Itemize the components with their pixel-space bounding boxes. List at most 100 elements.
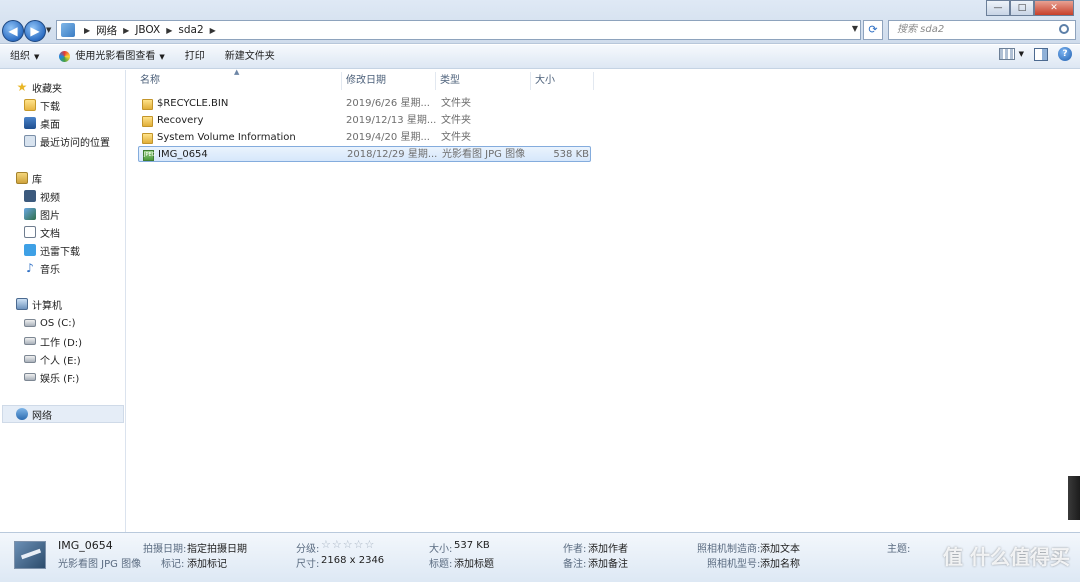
forward-button[interactable]: ▶: [24, 20, 46, 42]
airplane-icon: [20, 548, 42, 560]
command-toolbar: 组织 ▼ 使用光影看图查看 ▼ 打印 新建文件夹 ▼ ?: [0, 45, 1080, 69]
nav-recent[interactable]: 最近访问的位置: [24, 133, 110, 149]
file-name-cell: JPEG IMG_0654: [143, 147, 343, 163]
change-view-icon[interactable]: [998, 48, 1015, 60]
network-location-icon: [61, 23, 75, 37]
nav-drive-d[interactable]: 工作 (D:): [24, 333, 82, 349]
file-row[interactable]: $RECYCLE.BIN 2019/6/26 星期... 文件夹: [138, 96, 591, 112]
pictures-icon: [24, 208, 36, 220]
open-with-label: 使用光影看图查看: [75, 50, 156, 62]
nav-recent-label: 最近访问的位置: [40, 137, 110, 149]
rating-label: 分级:: [296, 544, 320, 555]
file-row-selected[interactable]: JPEG IMG_0654 2018/12/29 星期... 光影看图 JPG …: [138, 146, 591, 162]
date-taken-label: 拍摄日期:: [143, 544, 187, 555]
organize-button[interactable]: 组织 ▼: [0, 47, 49, 67]
nav-downloads[interactable]: 下载: [24, 97, 60, 113]
nav-drive-e[interactable]: 个人 (E:): [24, 351, 81, 367]
title-label: 标题:: [429, 559, 453, 570]
date-taken-value[interactable]: 指定拍摄日期: [187, 540, 247, 555]
maximize-button[interactable]: □: [1010, 0, 1034, 16]
title-value[interactable]: 添加标题: [454, 555, 494, 570]
drive-icon: [24, 337, 36, 345]
nav-drive-f[interactable]: 娱乐 (F:): [24, 369, 79, 385]
nav-thunder-label: 迅雷下载: [40, 246, 80, 258]
column-header-size[interactable]: 大小: [531, 72, 594, 90]
column-header-name[interactable]: 名称: [136, 72, 342, 90]
organize-label: 组织: [10, 50, 30, 62]
breadcrumb-jbox[interactable]: JBOX: [135, 24, 160, 36]
downloads-folder-icon: [24, 99, 36, 111]
tags-value[interactable]: 添加标记: [187, 555, 227, 570]
column-header-type[interactable]: 类型: [436, 72, 531, 90]
chevron-right-icon[interactable]: ▶: [84, 26, 90, 35]
nav-libraries[interactable]: 库: [16, 170, 42, 186]
comments-value[interactable]: 添加备注: [588, 555, 628, 570]
folder-icon: [142, 132, 153, 144]
nav-videos[interactable]: 视频: [24, 188, 60, 204]
file-size: 538 KB: [553, 149, 589, 160]
search-placeholder: 搜索 sda2: [897, 24, 945, 35]
file-date: 2019/4/20 星期...: [346, 132, 430, 143]
address-box[interactable]: ▶ 网络 ▶ JBOX ▶ sda2 ▶ ▼: [56, 20, 861, 40]
refresh-button[interactable]: ⟳: [863, 20, 883, 40]
chevron-right-icon[interactable]: ▶: [210, 26, 216, 35]
details-filename: IMG_0654: [58, 539, 113, 552]
nav-network[interactable]: 网络: [16, 406, 52, 422]
camera-maker-value[interactable]: 添加文本: [760, 540, 800, 555]
nav-drive-e-label: 个人 (E:): [40, 355, 81, 367]
breadcrumb-sda2[interactable]: sda2: [178, 24, 203, 36]
nav-documents-label: 文档: [40, 228, 60, 240]
camera-model-value[interactable]: 添加名称: [760, 555, 800, 570]
documents-icon: [24, 226, 36, 238]
address-history-dropdown[interactable]: ▼: [852, 24, 858, 33]
dimensions-label: 尺寸:: [296, 559, 320, 570]
search-input[interactable]: 搜索 sda2: [888, 20, 1076, 40]
nav-drive-f-label: 娱乐 (F:): [40, 373, 80, 385]
print-button[interactable]: 打印: [175, 47, 215, 67]
rating-stars[interactable]: ☆☆☆☆☆: [321, 538, 375, 551]
new-folder-button[interactable]: 新建文件夹: [215, 47, 285, 67]
chevron-right-icon[interactable]: ▶: [123, 26, 129, 35]
nav-libraries-label: 库: [32, 174, 42, 186]
search-icon[interactable]: [1059, 24, 1069, 34]
file-row[interactable]: System Volume Information 2019/4/20 星期..…: [138, 130, 591, 146]
recent-pages-dropdown[interactable]: ▼: [46, 26, 54, 36]
dimensions-value: 2168 x 2346: [321, 555, 385, 566]
nav-documents[interactable]: 文档: [24, 224, 60, 240]
chevron-right-icon[interactable]: ▶: [166, 26, 172, 35]
nav-pictures[interactable]: 图片: [24, 206, 60, 222]
watermark: 值 什么值得买: [943, 545, 1070, 569]
nav-drive-c[interactable]: OS (C:): [24, 315, 76, 331]
scrollbar[interactable]: [1068, 476, 1080, 520]
nav-desktop[interactable]: 桌面: [24, 115, 60, 131]
window-controls: — □ ✕: [986, 0, 1074, 16]
nav-downloads-label: 下载: [40, 101, 60, 113]
column-header-date[interactable]: 修改日期: [342, 72, 436, 90]
back-button[interactable]: ◀: [2, 20, 24, 42]
minimize-button[interactable]: —: [986, 0, 1010, 16]
drive-icon: [24, 319, 36, 327]
help-icon[interactable]: ?: [1058, 47, 1072, 61]
preview-pane-icon[interactable]: [1034, 47, 1048, 61]
author-value[interactable]: 添加作者: [588, 540, 628, 555]
tags-label: 标记:: [161, 559, 185, 570]
camera-maker-label: 照相机制造商:: [697, 544, 761, 555]
nav-music-label: 音乐: [40, 264, 60, 276]
chevron-down-icon[interactable]: ▼: [1019, 50, 1024, 58]
file-name-cell: $RECYCLE.BIN: [142, 96, 342, 112]
file-name: $RECYCLE.BIN: [157, 98, 229, 109]
toolbar-right: ▼ ?: [998, 47, 1072, 61]
close-button[interactable]: ✕: [1034, 0, 1074, 16]
libraries-icon: [16, 172, 28, 184]
nav-favorites[interactable]: ★ 收藏夹: [16, 79, 62, 95]
nav-computer[interactable]: 计算机: [16, 296, 62, 312]
size-value: 537 KB: [454, 540, 490, 551]
nav-music[interactable]: ♪ 音乐: [24, 260, 60, 276]
details-pane: IMG_0654 光影看图 JPG 图像 拍摄日期: 指定拍摄日期 标记: 添加…: [0, 532, 1080, 582]
breadcrumb-network[interactable]: 网络: [96, 23, 117, 38]
star-icon: ★: [16, 80, 28, 94]
details-filetype: 光影看图 JPG 图像: [58, 559, 142, 570]
file-row[interactable]: Recovery 2019/12/13 星期... 文件夹: [138, 113, 591, 129]
open-with-button[interactable]: 使用光影看图查看 ▼: [49, 47, 174, 67]
nav-thunder[interactable]: 迅雷下载: [24, 242, 80, 258]
